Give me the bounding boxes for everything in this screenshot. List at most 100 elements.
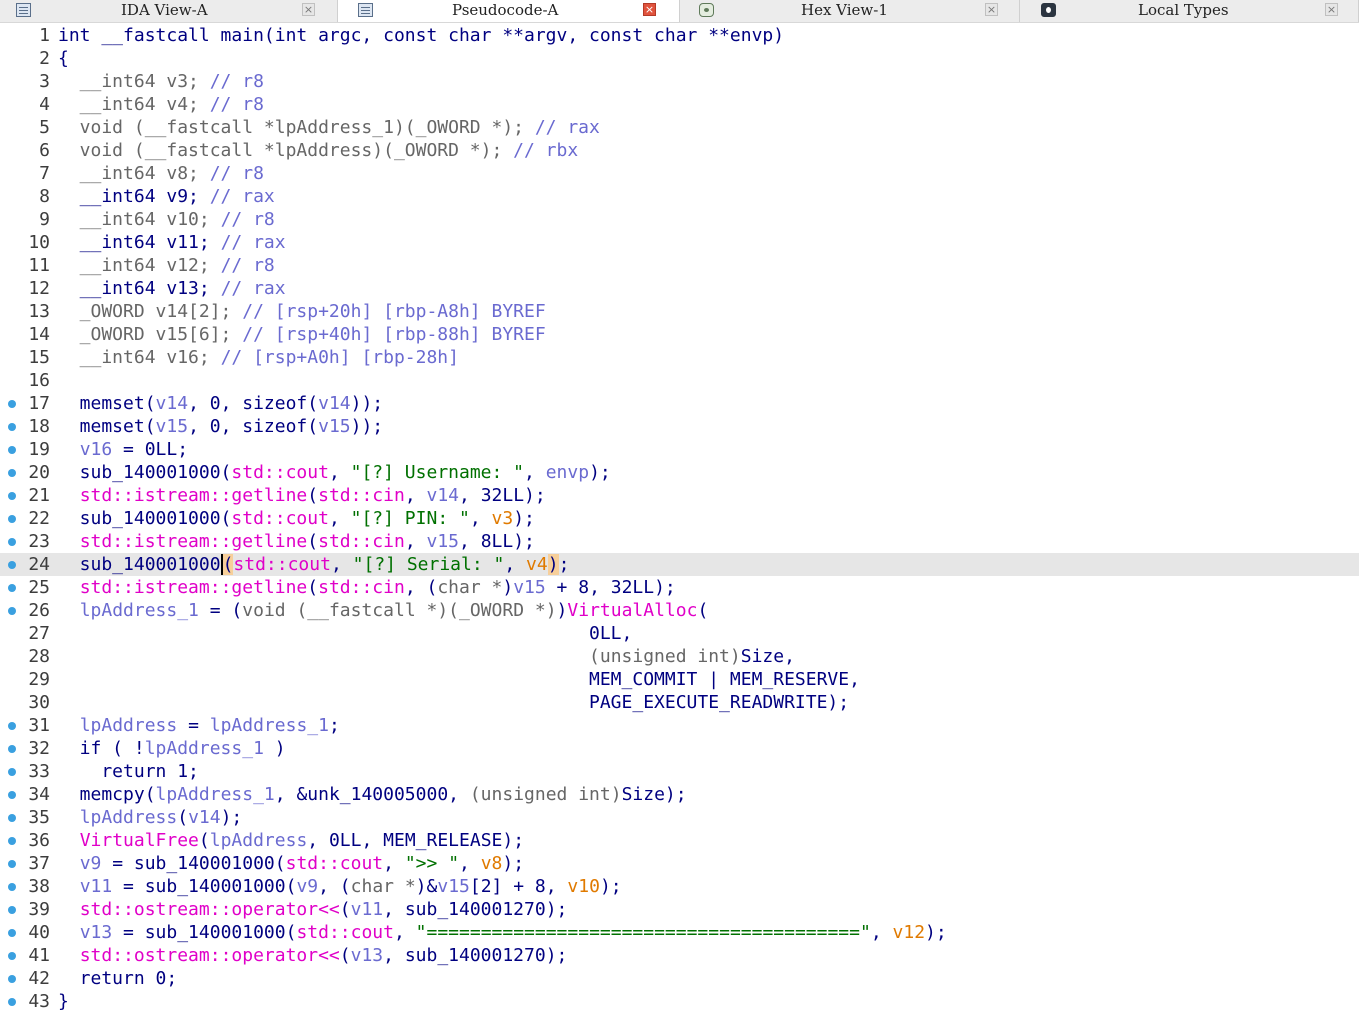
- code-line[interactable]: 1 int __fastcall main(int argc, const cha…: [0, 24, 1359, 47]
- breakpoint-marker-icon[interactable]: [8, 791, 16, 799]
- breakpoint-marker-icon[interactable]: [8, 423, 16, 431]
- code-line[interactable]: 6 void (__fastcall *lpAddress)(_OWORD *)…: [0, 139, 1359, 162]
- close-icon[interactable]: ×: [643, 3, 656, 16]
- library-call-token: std::istream::getline: [79, 531, 308, 552]
- code-line[interactable]: 4 __int64 v4; // r8: [0, 93, 1359, 116]
- breakpoint-marker-icon[interactable]: [8, 952, 16, 960]
- variable-token: // r8: [220, 255, 275, 276]
- code-line[interactable]: 43}: [0, 990, 1359, 1013]
- code-content: v13 = sub_140001000(std::cout, "========…: [58, 921, 947, 944]
- breakpoint-marker-icon[interactable]: [8, 906, 16, 914]
- code-line[interactable]: 20 sub_140001000(std::cout, "[?] Usernam…: [0, 461, 1359, 484]
- line-number: 36: [28, 830, 50, 851]
- code-line[interactable]: 37 v9 = sub_140001000(std::cout, ">> ", …: [0, 852, 1359, 875]
- code-line[interactable]: 21 std::istream::getline(std::cin, v14, …: [0, 484, 1359, 507]
- breakpoint-marker-icon[interactable]: [8, 883, 16, 891]
- code-content: __int64 v4; // r8: [58, 93, 264, 116]
- code-line[interactable]: 26 lpAddress_1 = (void (__fastcall *)(_O…: [0, 599, 1359, 622]
- code-line[interactable]: 41 std::ostream::operator<<(v13, sub_140…: [0, 944, 1359, 967]
- code-line[interactable]: 25 std::istream::getline(std::cin, (char…: [0, 576, 1359, 599]
- code-content: (unsigned int)Size,: [58, 645, 795, 668]
- variable-token: v15: [155, 416, 189, 437]
- highlighted-variable-token: v8: [480, 853, 503, 874]
- code-line[interactable]: 23 std::istream::getline(std::cin, v15, …: [0, 530, 1359, 553]
- close-icon[interactable]: ×: [302, 3, 315, 16]
- breakpoint-marker-icon[interactable]: [8, 837, 16, 845]
- breakpoint-marker-icon[interactable]: [8, 998, 16, 1006]
- breakpoint-marker-icon[interactable]: [8, 607, 16, 615]
- code-line[interactable]: 7 __int64 v8; // r8: [0, 162, 1359, 185]
- type-token: void (__fastcall *)(_OWORD *): [242, 600, 557, 621]
- tab-local-types[interactable]: Local Types ×: [1020, 0, 1359, 22]
- code-line[interactable]: 17 memset(v14, 0, sizeof(v14));: [0, 392, 1359, 415]
- code-line[interactable]: 3 __int64 v3; // r8: [0, 70, 1359, 93]
- code-line[interactable]: 8 __int64 v9; // rax: [0, 185, 1359, 208]
- code-line[interactable]: 28 (unsigned int)Size,: [0, 645, 1359, 668]
- code-line[interactable]: 2{: [0, 47, 1359, 70]
- line-number: 32: [28, 738, 50, 759]
- code-line[interactable]: 31 lpAddress = lpAddress_1;: [0, 714, 1359, 737]
- breakpoint-marker-icon[interactable]: [8, 561, 16, 569]
- code-line[interactable]: 19 v16 = 0LL;: [0, 438, 1359, 461]
- breakpoint-marker-icon[interactable]: [8, 538, 16, 546]
- breakpoint-marker-icon[interactable]: [8, 515, 16, 523]
- code-line[interactable]: 11 __int64 v12; // r8: [0, 254, 1359, 277]
- line-number: 38: [28, 876, 50, 897]
- code-text: __int64 v13;: [58, 278, 221, 299]
- code-text: );: [502, 853, 525, 874]
- code-line[interactable]: 27 0LL,: [0, 622, 1359, 645]
- code-line[interactable]: 18 memset(v15, 0, sizeof(v15));: [0, 415, 1359, 438]
- breakpoint-marker-icon[interactable]: [8, 584, 16, 592]
- code-line[interactable]: 12 __int64 v13; // rax: [0, 277, 1359, 300]
- breakpoint-marker-icon[interactable]: [8, 492, 16, 500]
- code-line[interactable]: 16: [0, 369, 1359, 392]
- code-line[interactable]: 30 PAGE_EXECUTE_READWRITE);: [0, 691, 1359, 714]
- code-line[interactable]: 15 __int64 v16; // [rsp+A0h] [rbp-28h]: [0, 346, 1359, 369]
- code-line[interactable]: 36 VirtualFree(lpAddress, 0LL, MEM_RELEA…: [0, 829, 1359, 852]
- code-line[interactable]: 22 sub_140001000(std::cout, "[?] PIN: ",…: [0, 507, 1359, 530]
- code-line[interactable]: 5 void (__fastcall *lpAddress_1)(_OWORD …: [0, 116, 1359, 139]
- breakpoint-marker-icon[interactable]: [8, 814, 16, 822]
- string-literal: "[?] Username: ": [350, 462, 525, 483]
- code-line[interactable]: 33 return 1;: [0, 760, 1359, 783]
- breakpoint-marker-icon[interactable]: [8, 768, 16, 776]
- local-types-icon: [1041, 3, 1056, 17]
- code-line[interactable]: 35 lpAddress(v14);: [0, 806, 1359, 829]
- code-text: [2] + 8,: [469, 876, 568, 897]
- tab-hex-view-1[interactable]: Hex View-1 ×: [680, 0, 1020, 22]
- code-text: (: [339, 899, 351, 920]
- breakpoint-marker-icon[interactable]: [8, 400, 16, 408]
- code-line[interactable]: 39 std::ostream::operator<<(v11, sub_140…: [0, 898, 1359, 921]
- pseudocode-editor[interactable]: 1 int __fastcall main(int argc, const cha…: [0, 24, 1359, 1034]
- tab-pseudocode-a[interactable]: Pseudocode-A ×: [338, 0, 680, 22]
- code-line[interactable]: 40 v13 = sub_140001000(std::cout, "=====…: [0, 921, 1359, 944]
- line-number: 21: [28, 485, 50, 506]
- breakpoint-marker-icon[interactable]: [8, 469, 16, 477]
- code-line[interactable]: 42 return 0;: [0, 967, 1359, 990]
- code-content: void (__fastcall *lpAddress_1)(_OWORD *)…: [58, 116, 600, 139]
- breakpoint-marker-icon[interactable]: [8, 975, 16, 983]
- breakpoint-marker-icon[interactable]: [8, 860, 16, 868]
- code-content: __int64 v9; // rax: [58, 185, 275, 208]
- breakpoint-marker-icon[interactable]: [8, 745, 16, 753]
- close-icon[interactable]: ×: [1325, 3, 1338, 16]
- breakpoint-marker-icon[interactable]: [8, 929, 16, 937]
- breakpoint-marker-icon[interactable]: [8, 722, 16, 730]
- code-line[interactable]: 13 _OWORD v14[2]; // [rsp+20h] [rbp-A8h]…: [0, 300, 1359, 323]
- code-line[interactable]: 9 __int64 v10; // r8: [0, 208, 1359, 231]
- code-line[interactable]: 29 MEM_COMMIT | MEM_RESERVE,: [0, 668, 1359, 691]
- code-content: int __fastcall main(int argc, const char…: [58, 24, 784, 47]
- code-line[interactable]: 14 _OWORD v15[6]; // [rsp+40h] [rbp-88h]…: [0, 323, 1359, 346]
- breakpoint-marker-icon[interactable]: [8, 446, 16, 454]
- tab-ida-view-a[interactable]: IDA View-A ×: [0, 0, 338, 22]
- code-text: ,: [404, 485, 427, 506]
- string-literal: ">> ": [404, 853, 460, 874]
- code-line[interactable]: 24 sub_140001000 (std::cout, "[?] Serial:…: [0, 553, 1359, 576]
- code-line[interactable]: 32 if ( !lpAddress_1 ): [0, 737, 1359, 760]
- code-text: ));: [350, 416, 384, 437]
- code-line[interactable]: 34 memcpy(lpAddress_1, &unk_140005000, (…: [0, 783, 1359, 806]
- code-line[interactable]: 10 __int64 v11; // rax: [0, 231, 1359, 254]
- code-line[interactable]: 38 v11 = sub_140001000(v9, (char *)&v15[…: [0, 875, 1359, 898]
- close-icon[interactable]: ×: [985, 3, 998, 16]
